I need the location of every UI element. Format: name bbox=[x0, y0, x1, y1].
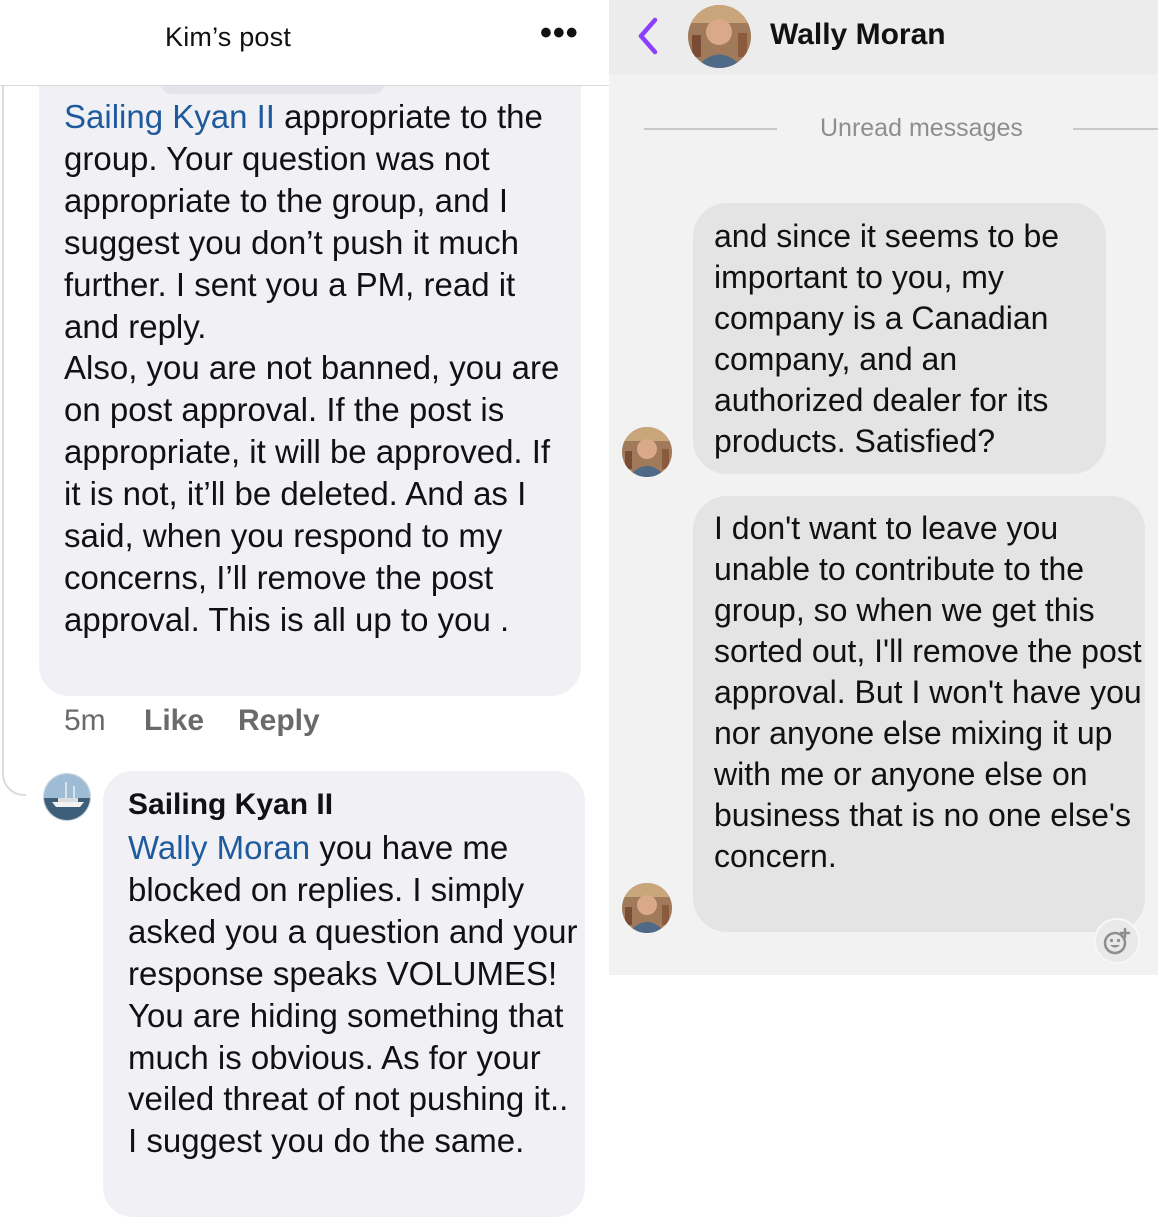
message-text: and since it seems to be important to yo… bbox=[714, 218, 1060, 459]
thread-line bbox=[2, 86, 4, 776]
unread-divider-label: Unread messages bbox=[820, 114, 1023, 142]
messenger-panel: Wally Moran Unread messages and since it… bbox=[609, 0, 1158, 975]
reply-body: you have me blocked on replies. I simply… bbox=[128, 829, 578, 1160]
chevron-left-icon[interactable] bbox=[633, 14, 663, 58]
comment-timestamp: 5m bbox=[64, 704, 106, 737]
reply-text: Wally Moran you have me blocked on repli… bbox=[128, 827, 578, 1162]
comment-body-paragraph: Also, you are not banned, you are on pos… bbox=[64, 349, 560, 638]
reply-button[interactable]: Reply bbox=[238, 704, 320, 738]
thread-connector bbox=[2, 756, 26, 796]
blank-area bbox=[609, 975, 1158, 1232]
message-text: I don't want to leave you unable to cont… bbox=[714, 510, 1142, 874]
post-header: Kim’s post ••• bbox=[0, 0, 609, 86]
sailboat-avatar[interactable] bbox=[43, 773, 91, 821]
contact-avatar[interactable] bbox=[688, 5, 751, 68]
chat-header: Wally Moran bbox=[609, 0, 1158, 74]
contact-name: Wally Moran bbox=[770, 18, 946, 51]
mention-link[interactable]: Wally Moran bbox=[128, 829, 310, 866]
page-title: Kim’s post bbox=[165, 22, 292, 52]
add-reaction-icon[interactable] bbox=[1094, 918, 1140, 964]
mention-link[interactable]: Sailing Kyan II bbox=[64, 98, 275, 135]
sender-avatar[interactable] bbox=[622, 427, 672, 477]
more-horizontal-icon[interactable]: ••• bbox=[540, 14, 579, 53]
comment-text: Sailing Kyan II appropriate to the group… bbox=[64, 96, 574, 641]
facebook-comments-panel: Sailing Kyan II appropriate to the group… bbox=[0, 0, 609, 1232]
divider-line bbox=[644, 128, 777, 130]
sender-avatar[interactable] bbox=[622, 883, 672, 933]
like-button[interactable]: Like bbox=[144, 704, 204, 738]
divider-line bbox=[1073, 128, 1158, 130]
comment-author[interactable]: Sailing Kyan II bbox=[128, 788, 333, 822]
